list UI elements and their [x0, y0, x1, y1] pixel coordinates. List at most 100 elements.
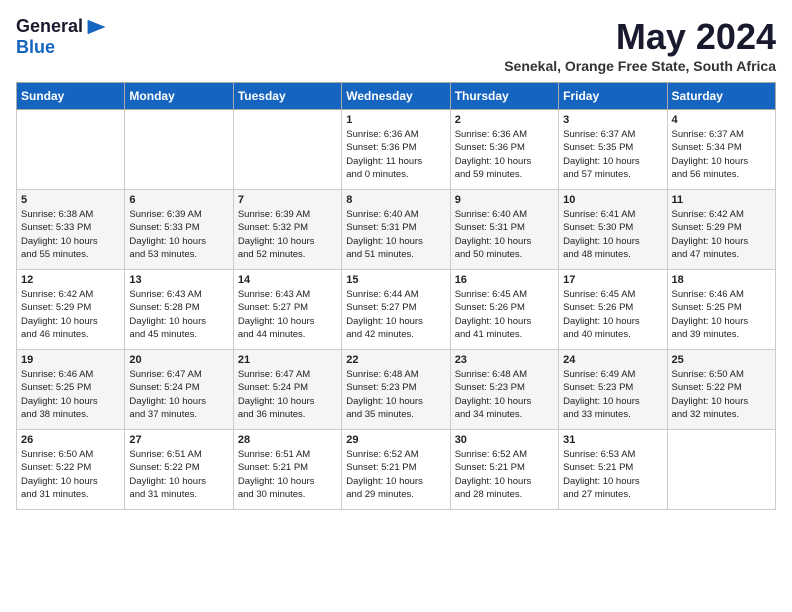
day-number: 9: [455, 194, 554, 206]
day-number: 5: [21, 194, 120, 206]
weekday-header-wednesday: Wednesday: [342, 83, 450, 110]
calendar-day-cell: 22Sunrise: 6:48 AMSunset: 5:23 PMDayligh…: [342, 350, 450, 430]
calendar-day-cell: 29 Sunrise: 6:52 AMSunset: 5:21 PMDayligh…: [342, 430, 450, 510]
calendar-day-cell: [125, 110, 233, 190]
day-number: 17: [563, 274, 662, 286]
day-info: Sunrise: 6:43 AMSunset: 5:27 PMDaylight:…: [238, 288, 337, 341]
calendar-day-cell: 21 Sunrise: 6:47 AMSunset: 5:24 PMDayligh…: [233, 350, 341, 430]
calendar-day-cell: 25Sunrise: 6:50 AMSunset: 5:22 PMDayligh…: [667, 350, 775, 430]
calendar-day-cell: 16 Sunrise: 6:45 AMSunset: 5:26 PMDayligh…: [450, 270, 558, 350]
day-info: Sunrise: 6:39 AMSunset: 5:33 PMDaylight:…: [129, 208, 228, 261]
logo-general-text: General: [16, 16, 83, 37]
day-number: 1: [346, 114, 445, 126]
calendar-day-cell: 3Sunrise: 6:37 AMSunset: 5:35 PMDaylight…: [559, 110, 667, 190]
day-number: 20: [129, 354, 228, 366]
calendar-day-cell: 14 Sunrise: 6:43 AMSunset: 5:27 PMDayligh…: [233, 270, 341, 350]
day-number: 7: [238, 194, 337, 206]
calendar-day-cell: 8 Sunrise: 6:40 AMSunset: 5:31 PMDaylight…: [342, 190, 450, 270]
day-number: 26: [21, 434, 120, 446]
calendar-day-cell: 17Sunrise: 6:45 AMSunset: 5:26 PMDayligh…: [559, 270, 667, 350]
day-info: Sunrise: 6:42 AMSunset: 5:29 PMDaylight:…: [672, 208, 771, 261]
day-info: Sunrise: 6:39 AMSunset: 5:32 PMDaylight:…: [238, 208, 337, 261]
page-header: General Blue May 2024 Senekal, Orange Fr…: [16, 16, 776, 74]
calendar-day-cell: 13Sunrise: 6:43 AMSunset: 5:28 PMDayligh…: [125, 270, 233, 350]
calendar-day-cell: 19 Sunrise: 6:46 AMSunset: 5:25 PMDayligh…: [17, 350, 125, 430]
calendar-day-cell: 26 Sunrise: 6:50 AMSunset: 5:22 PMDayligh…: [17, 430, 125, 510]
day-number: 31: [563, 434, 662, 446]
calendar-day-cell: 27 Sunrise: 6:51 AMSunset: 5:22 PMDayligh…: [125, 430, 233, 510]
weekday-header-monday: Monday: [125, 83, 233, 110]
calendar-day-cell: 31 Sunrise: 6:53 AMSunset: 5:21 PMDayligh…: [559, 430, 667, 510]
calendar-day-cell: 6 Sunrise: 6:39 AMSunset: 5:33 PMDaylight…: [125, 190, 233, 270]
calendar-week-row: 26 Sunrise: 6:50 AMSunset: 5:22 PMDayligh…: [17, 430, 776, 510]
calendar-day-cell: 10Sunrise: 6:41 AMSunset: 5:30 PMDayligh…: [559, 190, 667, 270]
calendar-day-cell: 4Sunrise: 6:37 AMSunset: 5:34 PMDaylight…: [667, 110, 775, 190]
day-info: Sunrise: 6:41 AMSunset: 5:30 PMDaylight:…: [563, 208, 662, 261]
calendar-day-cell: 12 Sunrise: 6:42 AMSunset: 5:29 PMDayligh…: [17, 270, 125, 350]
calendar-week-row: 1 Sunrise: 6:36 AMSunset: 5:36 PMDaylight…: [17, 110, 776, 190]
calendar-day-cell: 2Sunrise: 6:36 AMSunset: 5:36 PMDaylight…: [450, 110, 558, 190]
day-info: Sunrise: 6:47 AMSunset: 5:24 PMDaylight:…: [129, 368, 228, 421]
day-info: Sunrise: 6:47 AMSunset: 5:24 PMDaylight:…: [238, 368, 337, 421]
day-number: 23: [455, 354, 554, 366]
day-info: Sunrise: 6:40 AMSunset: 5:31 PMDaylight:…: [346, 208, 445, 261]
calendar-day-cell: 24Sunrise: 6:49 AMSunset: 5:23 PMDayligh…: [559, 350, 667, 430]
day-number: 21: [238, 354, 337, 366]
calendar-day-cell: [233, 110, 341, 190]
calendar-day-cell: 28 Sunrise: 6:51 AMSunset: 5:21 PMDayligh…: [233, 430, 341, 510]
day-number: 14: [238, 274, 337, 286]
day-number: 25: [672, 354, 771, 366]
day-info: Sunrise: 6:48 AMSunset: 5:23 PMDaylight:…: [455, 368, 554, 421]
day-number: 8: [346, 194, 445, 206]
day-info: Sunrise: 6:37 AMSunset: 5:34 PMDaylight:…: [672, 128, 771, 181]
weekday-header-tuesday: Tuesday: [233, 83, 341, 110]
weekday-header-thursday: Thursday: [450, 83, 558, 110]
day-info: Sunrise: 6:46 AMSunset: 5:25 PMDaylight:…: [672, 288, 771, 341]
day-number: 30: [455, 434, 554, 446]
calendar-week-row: 12 Sunrise: 6:42 AMSunset: 5:29 PMDayligh…: [17, 270, 776, 350]
day-info: Sunrise: 6:52 AMSunset: 5:21 PMDaylight:…: [455, 448, 554, 501]
day-info: Sunrise: 6:51 AMSunset: 5:22 PMDaylight:…: [129, 448, 228, 501]
calendar-day-cell: 30 Sunrise: 6:52 AMSunset: 5:21 PMDayligh…: [450, 430, 558, 510]
day-info: Sunrise: 6:52 AMSunset: 5:21 PMDaylight:…: [346, 448, 445, 501]
location-title: Senekal, Orange Free State, South Africa: [504, 58, 776, 74]
day-number: 15: [346, 274, 445, 286]
day-number: 2: [455, 114, 554, 126]
calendar-day-cell: 11 Sunrise: 6:42 AMSunset: 5:29 PMDayligh…: [667, 190, 775, 270]
calendar-week-row: 19 Sunrise: 6:46 AMSunset: 5:25 PMDayligh…: [17, 350, 776, 430]
calendar-day-cell: 9 Sunrise: 6:40 AMSunset: 5:31 PMDaylight…: [450, 190, 558, 270]
day-number: 12: [21, 274, 120, 286]
day-info: Sunrise: 6:38 AMSunset: 5:33 PMDaylight:…: [21, 208, 120, 261]
month-title: May 2024: [504, 16, 776, 58]
calendar-day-cell: 23 Sunrise: 6:48 AMSunset: 5:23 PMDayligh…: [450, 350, 558, 430]
calendar-day-cell: 18Sunrise: 6:46 AMSunset: 5:25 PMDayligh…: [667, 270, 775, 350]
day-info: Sunrise: 6:49 AMSunset: 5:23 PMDaylight:…: [563, 368, 662, 421]
logo: General Blue: [16, 16, 109, 58]
calendar-week-row: 5 Sunrise: 6:38 AMSunset: 5:33 PMDaylight…: [17, 190, 776, 270]
weekday-header-friday: Friday: [559, 83, 667, 110]
day-info: Sunrise: 6:37 AMSunset: 5:35 PMDaylight:…: [563, 128, 662, 181]
weekday-header-saturday: Saturday: [667, 83, 775, 110]
calendar-day-cell: 1 Sunrise: 6:36 AMSunset: 5:36 PMDaylight…: [342, 110, 450, 190]
weekday-header-row: SundayMondayTuesdayWednesdayThursdayFrid…: [17, 83, 776, 110]
day-info: Sunrise: 6:45 AMSunset: 5:26 PMDaylight:…: [455, 288, 554, 341]
day-number: 13: [129, 274, 228, 286]
day-info: Sunrise: 6:53 AMSunset: 5:21 PMDaylight:…: [563, 448, 662, 501]
day-info: Sunrise: 6:42 AMSunset: 5:29 PMDaylight:…: [21, 288, 120, 341]
day-info: Sunrise: 6:50 AMSunset: 5:22 PMDaylight:…: [21, 448, 120, 501]
day-number: 29: [346, 434, 445, 446]
day-info: Sunrise: 6:48 AMSunset: 5:23 PMDaylight:…: [346, 368, 445, 421]
weekday-header-sunday: Sunday: [17, 83, 125, 110]
day-number: 19: [21, 354, 120, 366]
day-info: Sunrise: 6:51 AMSunset: 5:21 PMDaylight:…: [238, 448, 337, 501]
day-number: 6: [129, 194, 228, 206]
day-number: 27: [129, 434, 228, 446]
day-info: Sunrise: 6:36 AMSunset: 5:36 PMDaylight:…: [346, 128, 445, 181]
day-info: Sunrise: 6:46 AMSunset: 5:25 PMDaylight:…: [21, 368, 120, 421]
day-number: 16: [455, 274, 554, 286]
calendar-day-cell: [667, 430, 775, 510]
day-number: 28: [238, 434, 337, 446]
day-info: Sunrise: 6:40 AMSunset: 5:31 PMDaylight:…: [455, 208, 554, 261]
logo-flag-icon: [85, 18, 109, 36]
day-number: 11: [672, 194, 771, 206]
